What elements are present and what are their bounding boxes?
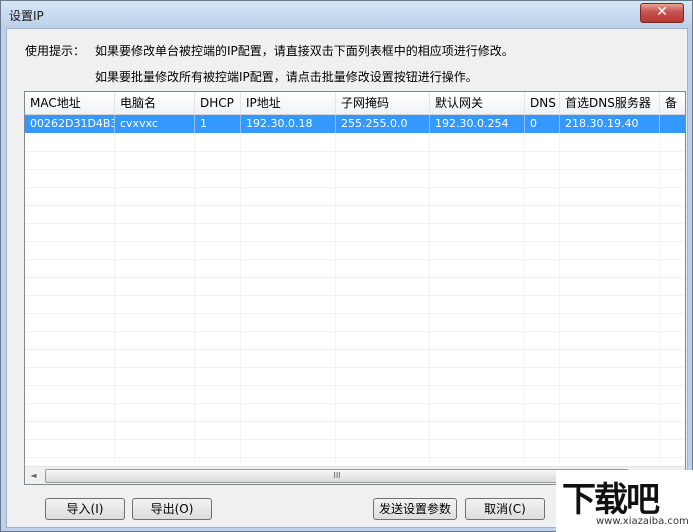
ip-list[interactable]: MAC地址 电脑名 DHCP IP地址 子网掩码 默认网关 DNS 首选DNS服… [24, 91, 686, 485]
cell-computer-name: cvxvxc [115, 115, 195, 133]
hint-line-1: 如果要修改单台被控端的IP配置，请直接双击下面列表框中的相应项进行修改。 [95, 44, 514, 58]
hint-line-2: 如果要批量修改所有被控端IP配置，请点击批量修改设置按钮进行操作。 [95, 70, 478, 84]
grid-line [25, 349, 685, 350]
grid-line [25, 439, 685, 440]
column-header-ip[interactable]: IP地址 [241, 92, 336, 114]
table-row[interactable]: 00262D31D4B3 cvxvxc 1 192.30.0.18 255.25… [25, 115, 685, 133]
import-button[interactable]: 导入(I) [45, 498, 125, 520]
column-header-computer-name[interactable]: 电脑名 [115, 92, 195, 114]
watermark-logo: 下载吧 www.xiazaiba.com [556, 470, 693, 532]
cell-remark [660, 115, 685, 133]
column-header-dns[interactable]: DNS [525, 92, 560, 114]
grid-line [25, 331, 685, 332]
send-settings-button[interactable]: 发送设置参数 [373, 498, 457, 520]
column-divider [240, 133, 241, 463]
grid-line [25, 205, 685, 206]
column-divider [659, 133, 660, 463]
grid-line [25, 367, 685, 368]
window-title: 设置IP [9, 9, 44, 23]
title-bar[interactable]: 设置IP ✕ [1, 1, 692, 27]
column-header-preferred-dns[interactable]: 首选DNS服务器 [560, 92, 660, 114]
column-divider [114, 133, 115, 463]
column-divider [429, 133, 430, 463]
scroll-left-icon[interactable]: ◄ [25, 467, 42, 484]
close-icon: ✕ [656, 4, 668, 20]
grid-line [25, 259, 685, 260]
grid-line [25, 169, 685, 170]
scroll-grip-icon: III [333, 471, 341, 480]
cell-preferred-dns: 218.30.19.40 [560, 115, 660, 133]
list-header: MAC地址 电脑名 DHCP IP地址 子网掩码 默认网关 DNS 首选DNS服… [25, 92, 685, 115]
grid-line [25, 151, 685, 152]
cell-gateway: 192.30.0.254 [430, 115, 525, 133]
grid-line [25, 457, 685, 458]
grid-line [25, 223, 685, 224]
watermark-url: www.xiazaiba.com [596, 516, 689, 527]
column-divider [559, 133, 560, 463]
grid-line [25, 277, 685, 278]
column-divider [194, 133, 195, 463]
hint-label: 使用提示： [25, 44, 86, 58]
grid-line [25, 385, 685, 386]
column-header-gateway[interactable]: 默认网关 [430, 92, 525, 114]
grid-line [25, 421, 685, 422]
column-header-subnet-mask[interactable]: 子网掩码 [336, 92, 430, 114]
column-divider [335, 133, 336, 463]
cell-dhcp: 1 [195, 115, 241, 133]
grid-line [25, 313, 685, 314]
set-ip-window: 设置IP ✕ 使用提示： 如果要修改单台被控端的IP配置，请直接双击下面列表框中… [0, 0, 693, 532]
grid-line [25, 295, 685, 296]
grid-line [25, 187, 685, 188]
dialog-body: 使用提示： 如果要修改单台被控端的IP配置，请直接双击下面列表框中的相应项进行修… [6, 28, 688, 528]
cell-subnet-mask: 255.255.0.0 [336, 115, 430, 133]
grid-line [25, 403, 685, 404]
close-button[interactable]: ✕ [640, 3, 684, 23]
column-header-mac[interactable]: MAC地址 [25, 92, 115, 114]
scroll-thumb[interactable]: III [45, 469, 629, 483]
cell-ip: 192.30.0.18 [241, 115, 336, 133]
cell-dns: 0 [525, 115, 560, 133]
export-button[interactable]: 导出(O) [132, 498, 212, 520]
watermark-logo-text: 下载吧 [562, 480, 660, 520]
column-header-remark[interactable]: 备 [660, 92, 685, 114]
grid-line [25, 241, 685, 242]
column-header-dhcp[interactable]: DHCP [195, 92, 241, 114]
cell-mac: 00262D31D4B3 [25, 115, 115, 133]
cancel-button[interactable]: 取消(C) [465, 498, 545, 520]
column-divider [524, 133, 525, 463]
